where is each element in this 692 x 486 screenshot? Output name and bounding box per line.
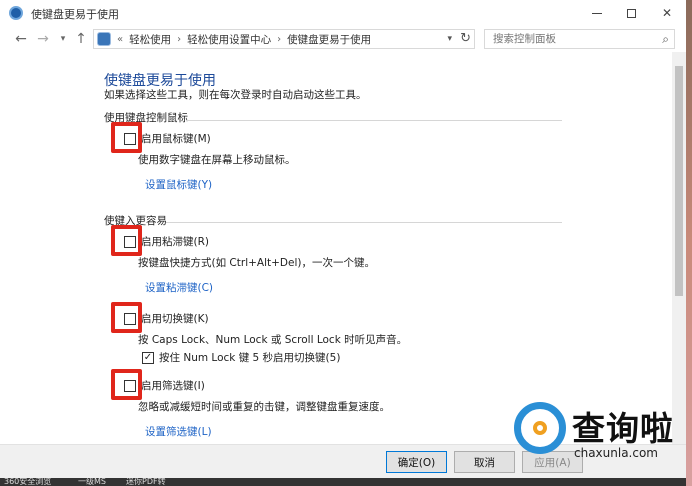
- back-arrow-icon: ←: [15, 31, 27, 47]
- forward-arrow-icon: →: [37, 31, 49, 47]
- search-icon[interactable]: ⌕: [662, 32, 669, 47]
- setup-filter-keys-link[interactable]: 设置筛选键(L): [145, 424, 212, 439]
- title-bar: 使键盘更易于使用 ✕: [0, 0, 686, 26]
- refresh-icon[interactable]: ↻: [460, 31, 471, 46]
- address-dropdown-icon[interactable]: ▾: [447, 34, 452, 44]
- main-content: 使键盘更易于使用 如果选择这些工具，则在每次登录时自动启动这些工具。 使用键盘控…: [0, 52, 670, 444]
- close-icon: ✕: [661, 6, 673, 20]
- maximize-icon: [626, 8, 636, 18]
- taskbar-item[interactable]: 一级MS: [78, 478, 106, 486]
- breadcrumb-keyboard[interactable]: 使键盘更易于使用: [287, 32, 371, 47]
- taskbar: 360安全浏览 一级MS 迷你PDF转: [0, 478, 686, 486]
- navigation-bar: ← → ▾ ↑ « 轻松使用 › 轻松使用设置中心 › 使键盘更易于使用 ▾ ↻…: [0, 26, 686, 52]
- setup-sticky-keys-link[interactable]: 设置粘滞键(C): [145, 280, 213, 295]
- highlight-box: [111, 302, 142, 333]
- taskbar-item[interactable]: 迷你PDF转: [126, 478, 166, 486]
- breadcrumb-separator-icon[interactable]: ›: [277, 34, 281, 45]
- window-title: 使键盘更易于使用: [31, 8, 119, 21]
- page-description: 如果选择这些工具，则在每次登录时自动启动这些工具。: [104, 89, 367, 101]
- watermark-text: 查询啦: [572, 409, 674, 448]
- num-lock-toggle-checkbox[interactable]: ✓: [142, 351, 154, 364]
- taskbar-item[interactable]: 360安全浏览: [4, 478, 51, 486]
- up-arrow-icon: ↑: [75, 31, 87, 47]
- mouse-keys-description: 使用数字键盘在屏幕上移动鼠标。: [138, 154, 296, 166]
- search-input[interactable]: [493, 30, 653, 48]
- sticky-keys-description: 按键盘快捷方式(如 Ctrl+Alt+Del)，一次一个键。: [138, 257, 375, 269]
- checkmark-icon: ✓: [143, 352, 153, 363]
- search-box[interactable]: ⌕: [484, 29, 675, 49]
- watermark-logo-icon: [514, 402, 566, 454]
- chevron-down-icon: ▾: [60, 34, 66, 44]
- control-panel-window: 使键盘更易于使用 ✕ ← → ▾ ↑ « 轻松使用 › 轻松使用设置中心 › 使…: [0, 0, 686, 486]
- sticky-keys-label[interactable]: 启用粘滞键(R): [141, 234, 209, 249]
- vertical-scrollbar[interactable]: [672, 52, 686, 444]
- toggle-keys-description: 按 Caps Lock、Num Lock 或 Scroll Lock 时听见声音…: [138, 334, 408, 346]
- filter-keys-description: 忽略或减缓短时间或重复的击键，调整键盘重复速度。: [138, 401, 390, 413]
- maximize-button[interactable]: [614, 0, 648, 26]
- mouse-keys-label[interactable]: 启用鼠标键(M): [141, 131, 211, 146]
- filter-keys-label[interactable]: 启用筛选键(I): [141, 378, 205, 393]
- minimize-button[interactable]: [580, 0, 614, 26]
- setup-mouse-keys-link[interactable]: 设置鼠标键(Y): [145, 177, 212, 192]
- section-divider: [166, 222, 562, 223]
- highlight-box: [111, 225, 142, 256]
- ok-button[interactable]: 确定(O): [386, 451, 447, 473]
- ease-of-access-icon: [9, 6, 23, 20]
- section-divider: [186, 120, 562, 121]
- breadcrumb-ease-of-access[interactable]: 轻松使用: [129, 32, 171, 47]
- control-panel-icon: [97, 32, 111, 46]
- back-button[interactable]: ←: [12, 30, 30, 48]
- close-button[interactable]: ✕: [650, 0, 684, 26]
- watermark: 查询啦 chaxunla.com: [514, 402, 684, 472]
- cancel-button[interactable]: 取消: [454, 451, 515, 473]
- breadcrumb-ease-of-access-center[interactable]: 轻松使用设置中心: [187, 32, 271, 47]
- recent-locations-button[interactable]: ▾: [54, 30, 72, 48]
- watermark-domain: chaxunla.com: [574, 446, 658, 460]
- minimize-icon: [592, 12, 602, 14]
- toggle-keys-label[interactable]: 启用切换键(K): [141, 311, 209, 326]
- scrollbar-thumb[interactable]: [675, 66, 683, 296]
- breadcrumb-separator-icon[interactable]: ›: [177, 34, 181, 45]
- num-lock-toggle-option[interactable]: ✓ 按住 Num Lock 键 5 秒启用切换键(5): [142, 350, 340, 365]
- highlight-box: [111, 122, 142, 153]
- up-button[interactable]: ↑: [72, 30, 90, 48]
- background-edge: [686, 0, 692, 486]
- breadcrumb-overflow[interactable]: «: [117, 34, 123, 45]
- forward-button[interactable]: →: [34, 30, 52, 48]
- highlight-box: [111, 369, 142, 400]
- num-lock-toggle-label[interactable]: 按住 Num Lock 键 5 秒启用切换键(5): [159, 350, 340, 365]
- address-bar[interactable]: « 轻松使用 › 轻松使用设置中心 › 使键盘更易于使用 ▾ ↻: [93, 29, 475, 49]
